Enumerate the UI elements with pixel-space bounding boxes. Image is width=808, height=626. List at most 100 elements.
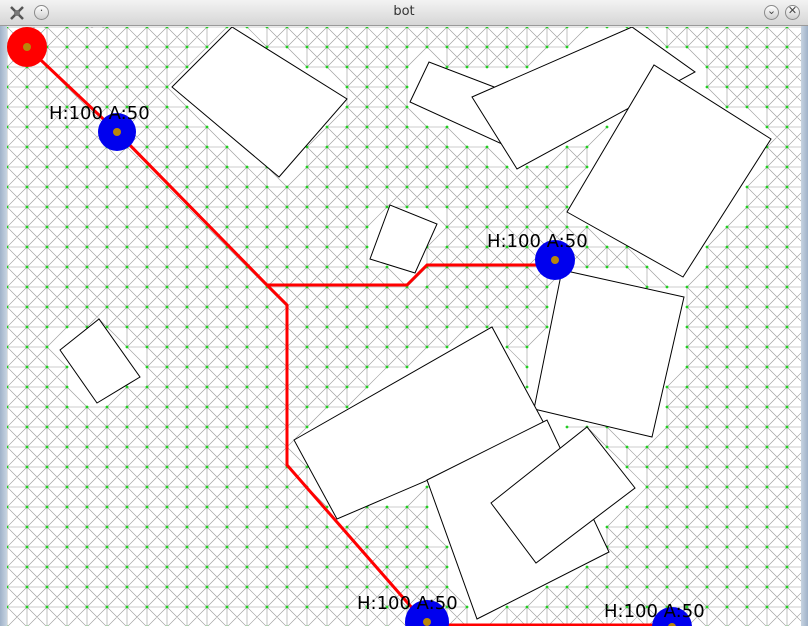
grid-node	[645, 505, 649, 509]
grid-node	[445, 345, 449, 349]
grid-node	[105, 285, 109, 289]
grid-node	[25, 565, 29, 569]
grid-node	[505, 165, 509, 169]
grid-node	[265, 545, 269, 549]
grid-node	[125, 45, 129, 49]
grid-node	[205, 285, 209, 289]
grid-node	[405, 325, 409, 329]
grid-node	[45, 85, 49, 89]
grid-node	[45, 245, 49, 249]
grid-node	[285, 245, 289, 249]
grid-node	[265, 345, 269, 349]
grid-node	[705, 405, 709, 409]
grid-node	[85, 405, 89, 409]
grid-node	[45, 345, 49, 349]
grid-node	[485, 145, 489, 149]
grid-node	[105, 465, 109, 469]
title-bar[interactable]: · bot ⌄ ✕	[0, 0, 808, 26]
grid-node	[565, 225, 569, 229]
grid-node	[265, 565, 269, 569]
grid-node	[645, 545, 649, 549]
menu-button[interactable]: ⌄	[764, 4, 779, 20]
grid-node	[105, 405, 109, 409]
grid-node	[145, 445, 149, 449]
grid-node	[725, 425, 729, 429]
grid-node	[165, 85, 169, 89]
grid-node	[145, 185, 149, 189]
grid-node	[205, 365, 209, 369]
grid-node	[645, 485, 649, 489]
grid-node	[405, 145, 409, 149]
player-bot-stats-label: H:200 A:200	[7, 27, 109, 32]
grid-node	[225, 525, 229, 529]
grid-node	[385, 45, 389, 49]
grid-node	[125, 505, 129, 509]
grid-node	[325, 365, 329, 369]
enemy-bot[interactable]: H:100 A:50	[604, 601, 705, 626]
grid-node	[785, 525, 789, 529]
enemy-bot[interactable]: H:100 A:50	[357, 593, 458, 626]
grid-node	[745, 605, 749, 609]
grid-node	[265, 465, 269, 469]
grid-node	[785, 125, 789, 129]
grid-node	[265, 585, 269, 589]
grid-node	[65, 385, 69, 389]
grid-node	[785, 585, 789, 589]
grid-node	[745, 65, 749, 69]
grid-node	[45, 605, 49, 609]
grid-node	[305, 385, 309, 389]
grid-node	[785, 565, 789, 569]
player-bot-center	[23, 43, 31, 51]
grid-node	[285, 45, 289, 49]
game-canvas[interactable]: H:200 A:200 H:100 A:50 H:100 A:50 H:100 A:5…	[7, 27, 801, 626]
grid-node	[485, 45, 489, 49]
grid-node	[665, 465, 669, 469]
grid-node	[765, 125, 769, 129]
grid-node	[165, 485, 169, 489]
grid-node	[125, 85, 129, 89]
grid-node	[745, 365, 749, 369]
grid-node	[365, 545, 369, 549]
grid-node	[25, 245, 29, 249]
grid-node	[745, 225, 749, 229]
grid-node	[265, 485, 269, 489]
grid-node	[125, 585, 129, 589]
grid-node	[385, 125, 389, 129]
grid-node	[65, 425, 69, 429]
grid-node	[685, 45, 689, 49]
grid-node	[45, 445, 49, 449]
grid-node	[185, 465, 189, 469]
grid-node	[745, 585, 749, 589]
grid-node	[365, 565, 369, 569]
grid-node	[565, 185, 569, 189]
grid-node	[365, 65, 369, 69]
grid-node	[565, 585, 569, 589]
close-button[interactable]: ✕	[785, 4, 800, 20]
window-frame-right	[801, 26, 808, 626]
grid-node	[525, 325, 529, 329]
grid-node	[125, 525, 129, 529]
grid-node	[185, 265, 189, 269]
grid-node	[245, 405, 249, 409]
grid-node	[705, 85, 709, 89]
grid-node	[445, 225, 449, 229]
grid-node	[165, 205, 169, 209]
grid-node	[745, 385, 749, 389]
grid-node	[45, 285, 49, 289]
grid-node	[125, 245, 129, 249]
grid-node	[385, 265, 389, 269]
grid-node	[205, 125, 209, 129]
grid-node	[425, 505, 429, 509]
grid-node	[585, 565, 589, 569]
grid-node	[765, 485, 769, 489]
grid-node	[25, 345, 29, 349]
grid-node	[265, 405, 269, 409]
game-scene[interactable]: H:200 A:200 H:100 A:50 H:100 A:50 H:100 A:5…	[7, 27, 801, 626]
grid-node	[265, 205, 269, 209]
grid-node	[465, 65, 469, 69]
grid-node	[325, 605, 329, 609]
grid-node	[725, 325, 729, 329]
grid-node	[725, 605, 729, 609]
grid-node	[385, 65, 389, 69]
grid-node	[445, 165, 449, 169]
